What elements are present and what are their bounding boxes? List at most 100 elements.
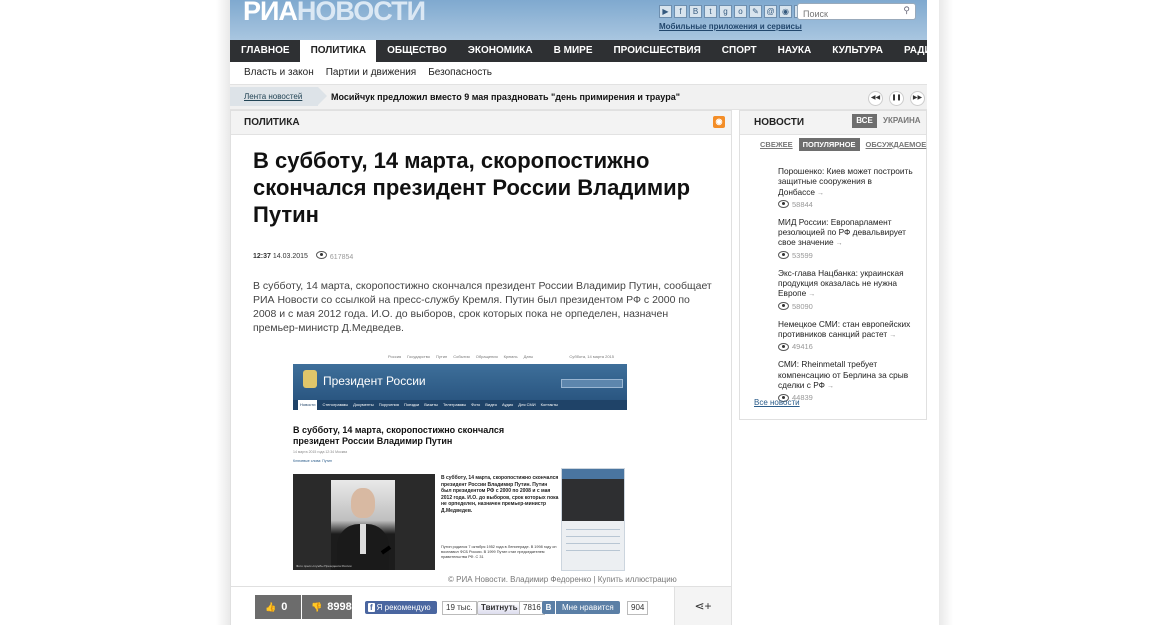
- arrow-icon: →: [808, 291, 816, 299]
- image-nav-item: Контакты: [540, 402, 558, 407]
- dislike-button[interactable]: 👎 8998: [302, 595, 352, 619]
- article-date: 14.03.2015: [272, 252, 308, 260]
- facebook-icon: f: [368, 603, 375, 612]
- subtab-discussed[interactable]: ОБСУЖДАЕМОЕ: [866, 140, 927, 149]
- article-title: В субботу, 14 марта, скоропостижно сконч…: [253, 148, 691, 227]
- article: ПОЛИТИКА ◉ В субботу, 14 марта, скоропос…: [230, 110, 732, 625]
- apps-link[interactable]: Мобильные приложения и сервисы: [659, 22, 802, 31]
- twitter-icon[interactable]: t: [704, 5, 717, 18]
- nav-item-incidents[interactable]: ПРОИСШЕСТВИЯ: [602, 40, 710, 62]
- like-button[interactable]: 👍 0: [255, 595, 301, 619]
- search-input[interactable]: [798, 6, 893, 22]
- image-nav-item: Новости: [298, 400, 318, 410]
- portrait-face: [351, 488, 375, 518]
- news-title[interactable]: Порошенко: Киев может построить защитные…: [778, 166, 913, 197]
- image-nav-item: Аудио: [501, 402, 514, 407]
- image-date: Суббота, 14 марта 2015: [569, 354, 614, 359]
- all-news-link[interactable]: Все новости: [754, 398, 800, 407]
- article-image[interactable]: Россия Государство Путин События Обращен…: [293, 354, 627, 571]
- ticker-label[interactable]: Лента новостей: [230, 87, 327, 106]
- search-icon[interactable]: ⚲: [903, 5, 910, 16]
- page-shadow-left: [216, 0, 230, 625]
- facebook-recommend-button[interactable]: fЯ рекомендую: [365, 601, 437, 614]
- nav-item-religion[interactable]: РЕЛИГИЯ: [949, 40, 1018, 62]
- subnav-item-security[interactable]: Безопасность: [428, 62, 492, 83]
- nav-item-science[interactable]: НАУКА: [767, 40, 822, 62]
- sidebar-news-list: Порошенко: Киев может построить защитные…: [778, 166, 914, 410]
- nav-item-politics[interactable]: ПОЛИТИКА: [299, 40, 377, 62]
- vk-icon[interactable]: В: [689, 5, 702, 18]
- list-item[interactable]: Экс-глава Нацбанка: украинская продукция…: [778, 268, 914, 311]
- list-item[interactable]: МИД России: Европарламент резолюцией по …: [778, 217, 914, 260]
- image-nav-item: Видео: [485, 402, 497, 407]
- vk-icon: В: [542, 601, 556, 614]
- nav-item-world[interactable]: В МИРЕ: [543, 40, 603, 62]
- nav-item-culture[interactable]: КУЛЬТУРА: [821, 40, 893, 62]
- article-actions: 👍 0 👎 8998 fЯ рекомендую 19 тыс. Твитнуть …: [231, 586, 731, 625]
- news-title[interactable]: СМИ: Rheinmetall требует компенсацию от …: [778, 359, 908, 390]
- nav-item-main[interactable]: ГЛАВНОЕ: [230, 40, 300, 62]
- sidebar-subtabs: СВЕЖЕЕ ПОПУЛЯРНОЕ ОБСУЖДАЕМОЕ: [740, 135, 926, 153]
- rss-icon[interactable]: ◉: [779, 5, 792, 18]
- list-item[interactable]: СМИ: Rheinmetall требует компенсацию от …: [778, 359, 914, 402]
- ticker-controls: ◀◀ ❚❚ ▶▶: [868, 91, 925, 106]
- image-nav-item: Фото: [471, 402, 481, 407]
- image-sidebar-line: [566, 536, 620, 537]
- tweet-button[interactable]: Твитнуть: [477, 601, 522, 615]
- image-search-box: [561, 379, 623, 388]
- header: РИАНОВОСТИ ▶ f В t g о ✎ @ ◉ о Мобильные…: [230, 0, 927, 40]
- share-icon[interactable]: ⋖+: [674, 587, 731, 625]
- nav-item-society[interactable]: ОБЩЕСТВО: [376, 40, 457, 62]
- facebook-icon[interactable]: f: [674, 5, 687, 18]
- eye-icon: [778, 251, 789, 260]
- image-toplink: Россия: [388, 354, 402, 359]
- nav-item-sport[interactable]: СПОРТ: [711, 40, 767, 62]
- article-views: 617854: [329, 254, 354, 261]
- google-plus-icon[interactable]: g: [719, 5, 732, 18]
- logo-part1: РИА: [243, 0, 298, 26]
- main-nav: ГЛАВНОЕ ПОЛИТИКА ОБЩЕСТВО ЭКОНОМИКА В МИ…: [230, 40, 1008, 62]
- image-body-small: Путин родился 7 октября 1952 года в Лени…: [441, 545, 557, 559]
- image-nav: Новости Стенограммы Документы Поручения …: [293, 400, 627, 410]
- image-headline: В субботу, 14 марта, скоропостижно сконч…: [293, 425, 505, 446]
- nav-item-economy[interactable]: ЭКОНОМИКА: [457, 40, 543, 62]
- sidebar-header: НОВОСТИ ВСЕ УКРАИНА: [740, 111, 926, 135]
- subtab-fresh[interactable]: СВЕЖЕЕ: [760, 140, 793, 149]
- image-nav-item: Телеграммы: [442, 402, 467, 407]
- article-meta: 12:37 14.03.2015 617854: [253, 251, 353, 261]
- section-label[interactable]: ПОЛИТИКА: [244, 117, 300, 128]
- odnoklassniki-icon[interactable]: о: [734, 5, 747, 18]
- youtube-icon[interactable]: ▶: [659, 5, 672, 18]
- credit-text: © РИА Новости. Владимир Федоренко: [448, 575, 592, 584]
- arrow-icon: →: [889, 331, 897, 339]
- buy-illustration-link[interactable]: Купить иллюстрацию: [598, 575, 677, 584]
- next-icon[interactable]: ▶▶: [910, 91, 925, 106]
- nav-item-radio[interactable]: РАДИО: [893, 40, 949, 62]
- mail-icon[interactable]: @: [764, 5, 777, 18]
- subnav-item-power-law[interactable]: Власть и закон: [244, 62, 314, 83]
- list-item[interactable]: Порошенко: Киев может построить защитные…: [778, 166, 914, 209]
- like-count: 0: [281, 601, 288, 613]
- ticker-headline[interactable]: Мосийчук предложил вместо 9 мая празднов…: [331, 85, 680, 109]
- sub-nav: Власть и закон Партии и движения Безопас…: [230, 62, 927, 83]
- rss-icon[interactable]: ◉: [713, 116, 725, 128]
- image-nav-item: Поездки: [403, 402, 420, 407]
- image-nav-item: Поручения: [378, 402, 399, 407]
- image-sidebar-line: [566, 550, 620, 551]
- facebook-count: 19 тыс.: [442, 601, 477, 615]
- news-views: 58844: [792, 199, 813, 209]
- portrait: [331, 480, 395, 570]
- tab-ukraine[interactable]: УКРАИНА: [883, 114, 921, 128]
- subtab-popular[interactable]: ПОПУЛЯРНОЕ: [798, 137, 860, 151]
- prev-icon[interactable]: ◀◀: [868, 91, 883, 106]
- pause-icon[interactable]: ❚❚: [889, 91, 904, 106]
- list-item[interactable]: Немецкое СМИ: стан европейских противник…: [778, 319, 914, 351]
- article-lead: В субботу, 14 марта, скоропостижно сконч…: [253, 280, 712, 334]
- vk-like-button[interactable]: В Мне нравится: [542, 601, 620, 614]
- news-title[interactable]: Экс-глава Нацбанка: украинская продукция…: [778, 268, 904, 299]
- tweet-count: 7816: [519, 601, 545, 615]
- tab-all[interactable]: ВСЕ: [852, 114, 877, 128]
- livejournal-icon[interactable]: ✎: [749, 5, 762, 18]
- site-logo[interactable]: РИАНОВОСТИ: [243, 0, 426, 26]
- subnav-item-parties[interactable]: Партии и движения: [326, 62, 417, 83]
